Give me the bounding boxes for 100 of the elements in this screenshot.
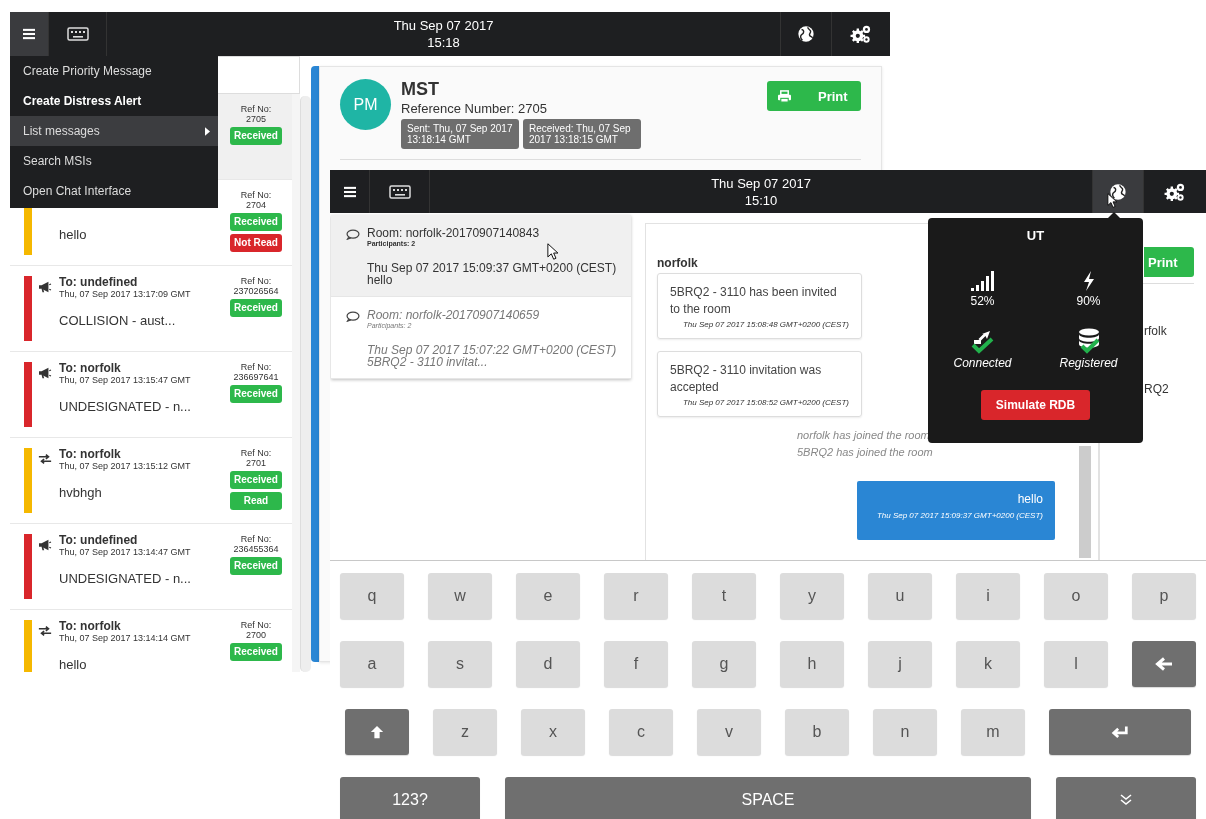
status-button[interactable] — [1092, 170, 1144, 213]
cursor-icon — [1107, 193, 1117, 208]
recipient-label: To: norfolk — [59, 362, 122, 375]
backspace-key[interactable] — [1132, 641, 1196, 687]
menu-label: List messages — [23, 124, 100, 138]
status-badge: Received — [230, 471, 282, 489]
key[interactable]: a — [340, 641, 404, 687]
key[interactable]: c — [609, 709, 673, 755]
event-text: 5BRQ2 has joined the room — [797, 445, 934, 460]
message-preview: UNDESIGNATED - n... — [59, 571, 192, 586]
message-preview: hello — [367, 274, 393, 286]
status-badge: Received — [230, 643, 282, 661]
lightning-icon — [1081, 270, 1096, 292]
key[interactable]: t — [692, 573, 756, 619]
date-label: Thu, 07 Sep 2017 13:14:47 GMT — [59, 547, 192, 557]
key[interactable]: d — [516, 641, 580, 687]
message-preview: COLLISION - aust... — [59, 313, 177, 328]
settings-icon — [1164, 181, 1186, 202]
key[interactable]: b — [785, 709, 849, 755]
ref-label: Ref No: — [240, 362, 272, 372]
message-item[interactable]: To: undefined Thu, 07 Sep 2017 13:14:47 GMT UNDESIGNATED - n... Ref No: 236455364 Received — [10, 524, 292, 610]
menu-item[interactable]: Create Distress Alert — [10, 86, 218, 116]
key[interactable]: f — [604, 641, 668, 687]
menu-icon — [342, 185, 357, 198]
ref-label: Ref No: — [240, 276, 272, 286]
keyboard-icon — [388, 184, 411, 199]
date-label: Thu Sep 07 2017 — [393, 17, 494, 34]
detail-text: RQ2 — [1144, 382, 1170, 396]
menu-label: Create Distress Alert — [23, 94, 142, 108]
key[interactable]: l — [1044, 641, 1108, 687]
message-text: 5BRQ2 - 3110 has been invited to the room — [670, 284, 838, 318]
key[interactable]: z — [433, 709, 497, 755]
key[interactable]: u — [868, 573, 932, 619]
arrow-left-icon — [1155, 657, 1173, 671]
key[interactable]: w — [428, 573, 492, 619]
date-label: Thu Sep 07 2017 15:09:37 GMT+0200 (CEST) — [367, 262, 617, 274]
menu-item[interactable]: Create Priority Message — [10, 56, 218, 86]
key[interactable]: q — [340, 573, 404, 619]
key[interactable]: p — [1132, 573, 1196, 619]
arrows-icon — [38, 453, 52, 465]
ref-label: Ref No: — [240, 104, 272, 114]
ref-number: 2701 — [246, 458, 266, 468]
status-badge: Received — [230, 213, 282, 231]
arrow-up-icon — [368, 725, 386, 739]
ref-number: 237026564 — [233, 286, 279, 296]
chat-title: norfolk — [657, 256, 699, 270]
key[interactable]: o — [1044, 573, 1108, 619]
date-label: Thu Sep 07 2017 — [711, 174, 811, 192]
detail-text: rfolk — [1144, 324, 1168, 338]
recipient-label: To: undefined — [59, 276, 139, 289]
key[interactable]: v — [697, 709, 761, 755]
key[interactable]: e — [516, 573, 580, 619]
menu-item[interactable]: List messages — [10, 116, 218, 146]
message-item[interactable]: To: norfolk Thu, 07 Sep 2017 13:15:12 GMT hvbhgh Ref No: 2701 Received Read — [10, 438, 292, 524]
key[interactable]: j — [868, 641, 932, 687]
message-preview: UNDESIGNATED - n... — [59, 399, 192, 414]
message-item[interactable]: To: norfolk Thu, 07 Sep 2017 13:14:14 GMT hello Ref No: 2700 Received — [10, 610, 292, 672]
ref-label: Ref No: — [240, 534, 272, 544]
key[interactable]: m — [961, 709, 1025, 755]
key[interactable]: g — [692, 641, 756, 687]
chat-icon — [346, 311, 360, 322]
ref-number: 236455364 — [233, 544, 279, 554]
room-name: Room: norfolk-20170907140659 — [367, 309, 541, 322]
date-label: Thu, 07 Sep 2017 13:15:12 GMT — [59, 461, 192, 471]
megaphone-icon — [38, 539, 52, 551]
numbers-key[interactable]: 123? — [340, 777, 480, 819]
timestamp: Thu Sep 07 2017 15:08:52 GMT+0200 (CEST) — [681, 398, 849, 407]
message-text: 5BRQ2 - 3110 invitation was accepted — [670, 362, 823, 396]
message-item[interactable]: To: undefined Thu, 07 Sep 2017 13:17:09 GMT COLLISION - aust... Ref No: 237026564 Received — [10, 266, 292, 352]
space-key[interactable]: SPACE — [505, 777, 1031, 819]
time-label: 15:10 — [744, 191, 778, 209]
ref-label: Ref No: — [240, 190, 272, 200]
key[interactable]: i — [956, 573, 1020, 619]
key[interactable]: y — [780, 573, 844, 619]
key[interactable]: x — [521, 709, 585, 755]
menu-button[interactable] — [10, 12, 49, 56]
date-label: Thu Sep 07 2017 15:07:22 GMT+0200 (CEST) — [367, 344, 617, 356]
key[interactable]: n — [873, 709, 937, 755]
ref-label: Ref No: — [240, 448, 272, 458]
popup-title: UT — [1026, 228, 1045, 243]
menu-item[interactable]: Search MSIs — [10, 146, 218, 176]
timestamp-tag: Received: Thu, 07 Sep 2017 13:18:15 GMT — [523, 119, 641, 149]
date-label: Thu, 07 Sep 2017 13:17:09 GMT — [59, 289, 192, 299]
megaphone-icon — [38, 281, 52, 293]
room-name: Room: norfolk-20170907140843 — [367, 227, 541, 240]
key[interactable]: k — [956, 641, 1020, 687]
key[interactable]: h — [780, 641, 844, 687]
simulate-button[interactable]: Simulate RDB — [981, 390, 1090, 420]
signal-bars-icon — [969, 270, 996, 292]
connected-check-icon — [969, 330, 996, 354]
globe-icon — [1109, 182, 1127, 201]
menu-icon — [22, 28, 36, 40]
ref-number: 2700 — [246, 630, 266, 640]
date-label: Thu, 07 Sep 2017 13:15:47 GMT — [59, 375, 192, 385]
key[interactable]: s — [428, 641, 492, 687]
key[interactable]: r — [604, 573, 668, 619]
shift-key[interactable] — [345, 709, 409, 755]
recipient-label: To: norfolk — [59, 448, 122, 461]
message-item[interactable]: To: norfolk Thu, 07 Sep 2017 13:15:47 GMT UNDESIGNATED - n... Ref No: 236697641 Received — [10, 352, 292, 438]
arrows-icon — [38, 625, 52, 637]
